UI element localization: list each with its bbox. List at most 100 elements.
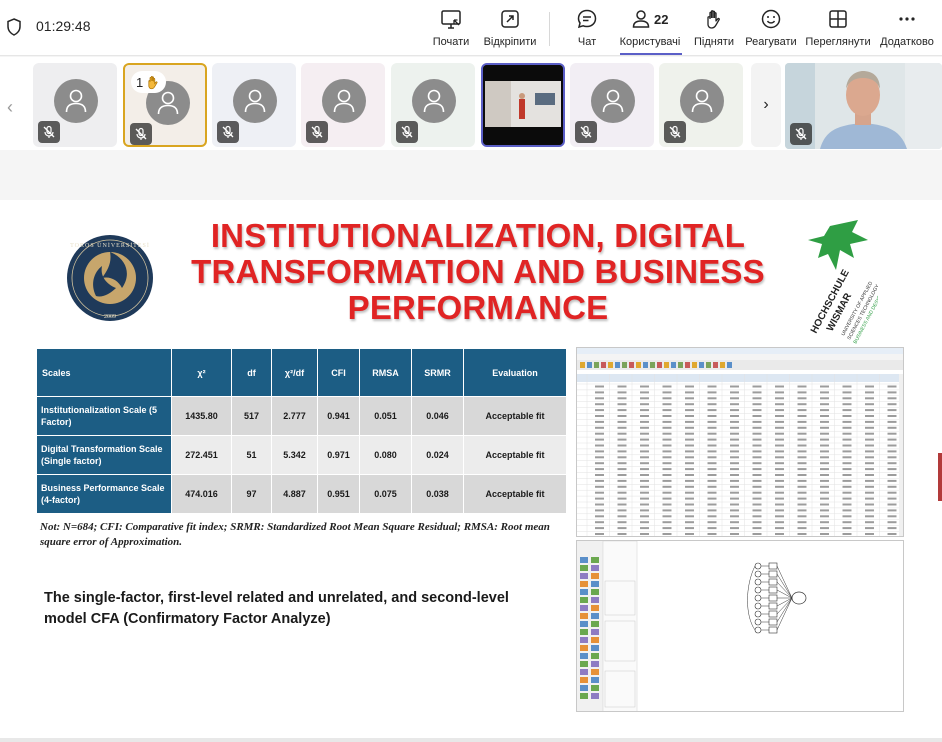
grid-cell-mark bbox=[775, 438, 784, 441]
header-srmr: SRMR bbox=[411, 348, 464, 397]
grid-cell-mark bbox=[752, 420, 762, 423]
grid-cell-mark bbox=[887, 409, 897, 412]
grid-cell-mark bbox=[797, 403, 807, 406]
grid-cell-mark bbox=[865, 533, 874, 535]
table-cell: 517 bbox=[231, 396, 272, 436]
raise-hand-button[interactable]: Підняти bbox=[694, 6, 734, 52]
start-button[interactable]: Почати bbox=[432, 6, 470, 52]
participant-tile[interactable]: 1 bbox=[123, 63, 207, 147]
grid-cell-mark bbox=[865, 415, 874, 417]
popout-button[interactable]: Відкріпити bbox=[481, 6, 539, 52]
grid-cell-mark bbox=[865, 420, 874, 423]
grid-cell-mark bbox=[685, 462, 694, 465]
grid-cell-mark bbox=[685, 403, 694, 406]
person-icon bbox=[244, 89, 266, 113]
grid-cell-mark bbox=[752, 438, 762, 441]
table-cell: 0.080 bbox=[359, 435, 412, 475]
amos-diagram-image bbox=[577, 541, 903, 711]
table-note: Not: N=684; CFI: Comparative fit index; … bbox=[40, 521, 550, 548]
grid-cell-mark bbox=[887, 503, 897, 506]
participant-tile[interactable] bbox=[301, 63, 385, 147]
view-button[interactable]: Переглянути bbox=[805, 6, 871, 52]
tool-icon bbox=[580, 669, 588, 675]
grid-cell-mark bbox=[617, 420, 627, 423]
grid-cell-mark bbox=[730, 503, 739, 506]
participant-tile[interactable] bbox=[212, 63, 296, 147]
grid-cell-mark bbox=[685, 450, 694, 453]
participant-tile[interactable] bbox=[391, 63, 475, 147]
slide-title: INSTITUTIONALIZATION, DIGITAL TRANSFORMA… bbox=[191, 217, 765, 326]
scroll-right-button[interactable]: › bbox=[751, 63, 781, 147]
grid-cell-mark bbox=[685, 468, 694, 471]
grid-cell-mark bbox=[797, 515, 807, 518]
scroll-left-arrow-icon[interactable]: ‹ bbox=[7, 97, 13, 118]
grid-cell-mark bbox=[820, 415, 829, 417]
grid-cell-mark bbox=[820, 485, 829, 488]
table-cell: 0.038 bbox=[411, 474, 464, 514]
grid-cell-mark bbox=[820, 403, 829, 406]
more-button[interactable]: Додатково bbox=[879, 6, 935, 52]
grid-cell-mark bbox=[640, 385, 649, 388]
grid-cell-mark bbox=[640, 415, 649, 417]
tool-icon bbox=[591, 565, 599, 571]
header-cfi: CFI bbox=[317, 348, 360, 397]
grid-cell-mark bbox=[797, 397, 807, 400]
grid-cell-mark bbox=[775, 491, 784, 494]
table-cell: 97 bbox=[231, 474, 272, 514]
grid-cell-mark bbox=[707, 391, 717, 394]
grid-cell-mark bbox=[595, 426, 604, 429]
grid-cell-mark bbox=[595, 444, 604, 447]
grid-cell-mark bbox=[752, 391, 762, 394]
participant-tile[interactable] bbox=[570, 63, 654, 147]
toolbar-icon bbox=[636, 362, 641, 368]
grid-cell-mark bbox=[797, 391, 807, 394]
grid-cell-mark bbox=[887, 474, 897, 476]
grid-cell-mark bbox=[820, 462, 829, 465]
grid-cell-mark bbox=[887, 444, 897, 447]
grid-cell-mark bbox=[820, 497, 829, 500]
chat-button[interactable]: Чат bbox=[573, 6, 601, 52]
grid-cell-mark bbox=[617, 385, 627, 388]
grid-cell-mark bbox=[595, 409, 604, 412]
grid-cell-mark bbox=[730, 426, 739, 429]
speaker-mic-muted-indicator bbox=[790, 123, 812, 145]
grid-cell-mark bbox=[707, 415, 717, 417]
tool-icon bbox=[580, 565, 588, 571]
grid-cell-mark bbox=[640, 438, 649, 441]
grid-cell-mark bbox=[752, 533, 762, 535]
smile-icon bbox=[761, 9, 781, 29]
mic-off-icon bbox=[401, 125, 413, 138]
grid-cell-mark bbox=[617, 397, 627, 400]
grid-cell-mark bbox=[640, 474, 649, 476]
grid-cell-mark bbox=[685, 397, 694, 400]
grid-cell-mark bbox=[707, 479, 717, 482]
people-button[interactable]: Користувачі bbox=[618, 6, 682, 52]
participant-tile[interactable] bbox=[659, 63, 743, 147]
tool-icon bbox=[591, 573, 599, 579]
react-button[interactable]: Реагувати bbox=[745, 6, 797, 52]
grid-cell-mark bbox=[685, 438, 694, 441]
grid-cell-mark bbox=[662, 533, 672, 535]
grid-cell-mark bbox=[685, 385, 694, 388]
toolbar-icon bbox=[692, 362, 697, 368]
person-icon bbox=[423, 89, 445, 113]
mic-muted-indicator bbox=[217, 121, 239, 143]
grid-cell-mark bbox=[797, 497, 807, 500]
grid-cell-mark bbox=[707, 409, 717, 412]
grid-cell-mark bbox=[595, 462, 604, 465]
grid-cell-mark bbox=[797, 438, 807, 441]
grid-cell-mark bbox=[842, 462, 852, 465]
participant-tile[interactable] bbox=[33, 63, 117, 147]
grid-cell-mark bbox=[707, 485, 717, 488]
participant-tile[interactable] bbox=[481, 63, 565, 147]
active-speaker-video[interactable] bbox=[785, 63, 942, 149]
grid-cell-mark bbox=[595, 527, 604, 530]
table-cell: 272.451 bbox=[171, 435, 232, 475]
grid-cell-mark bbox=[617, 426, 627, 429]
grid-cell-mark bbox=[842, 509, 852, 512]
grid-cell-mark bbox=[865, 527, 874, 530]
tool-icon bbox=[580, 693, 588, 699]
grid-cell-mark bbox=[662, 497, 672, 500]
grid-cell-mark bbox=[617, 485, 627, 488]
grid-cell-mark bbox=[865, 468, 874, 471]
